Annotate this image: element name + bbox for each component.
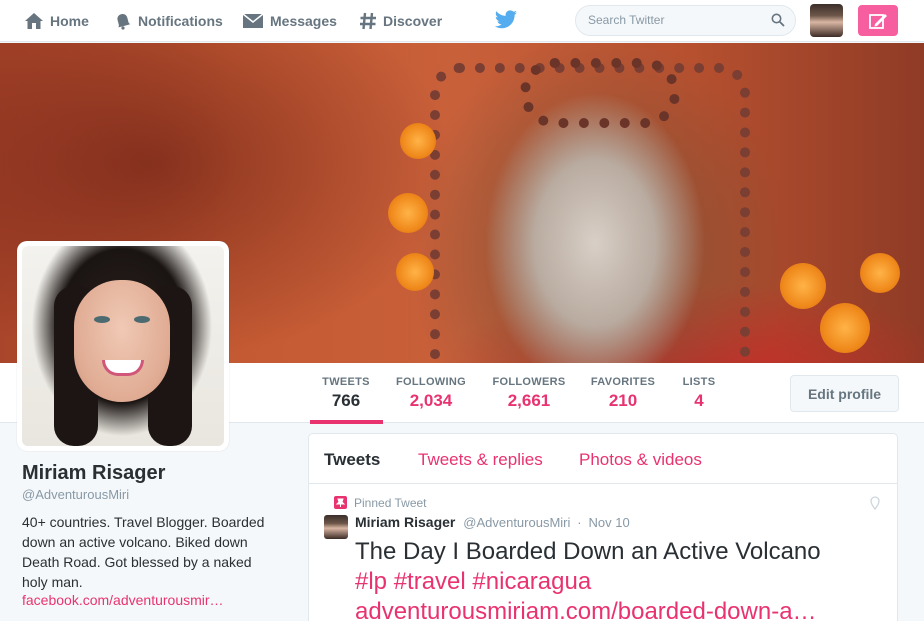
stat-tweets[interactable]: TWEETS 766 <box>321 376 371 411</box>
photo-eye <box>134 316 150 323</box>
stat-followers-value: 2,661 <box>507 391 551 410</box>
tab-tweets[interactable]: Tweets <box>324 450 380 470</box>
hashtag[interactable]: #travel <box>394 568 466 595</box>
edit-profile-button[interactable]: Edit profile <box>790 375 899 412</box>
nav-home-label: Home <box>50 13 89 29</box>
tweet-date[interactable]: Nov 10 <box>589 515 630 530</box>
banner-flower <box>780 263 826 309</box>
profile-bio: 40+ countries. Travel Blogger. Boarded d… <box>22 512 292 592</box>
banner-bead-garland <box>520 58 680 128</box>
banner-flower <box>388 193 428 233</box>
account-avatar[interactable] <box>810 4 843 37</box>
nav-messages-label: Messages <box>270 13 337 29</box>
stat-lists-label: LISTS <box>682 376 716 388</box>
banner-flower <box>396 253 434 291</box>
hashtag[interactable]: #lp <box>355 568 387 595</box>
timeline: Tweets Tweets & replies Photos & videos … <box>308 433 898 621</box>
nav-notifications-label: Notifications <box>138 13 223 29</box>
stat-tweets-label: TWEETS <box>322 376 370 388</box>
location-pin-icon <box>870 496 880 510</box>
stat-favorites[interactable]: FAVORITES 210 <box>590 376 656 411</box>
tweet-hashtags: #lp #travel #nicaragua <box>355 567 895 597</box>
compose-icon <box>869 13 887 29</box>
tweet-avatar[interactable] <box>324 515 348 539</box>
tweet-title: The Day I Boarded Down an Active Volcano <box>355 538 821 565</box>
stat-favorites-value: 210 <box>608 391 638 410</box>
home-icon <box>25 13 43 29</box>
nav-discover-label: Discover <box>383 13 443 29</box>
bio-line: 40+ countries. Travel Blogger. Boarded <box>22 514 265 530</box>
tweet-link[interactable]: adventurousmiriam.com/boarded-down-a… <box>355 597 895 621</box>
stat-tweets-value: 766 <box>331 391 361 410</box>
tweet-header: Miriam Risager @AdventurousMiri · Nov 10 <box>355 514 630 530</box>
pinned-tweet-label: Pinned Tweet <box>354 496 427 510</box>
compose-tweet-button[interactable] <box>858 5 898 36</box>
nav-home[interactable]: Home <box>24 0 89 42</box>
nav-messages[interactable]: Messages <box>242 0 337 42</box>
stat-followers-label: FOLLOWERS <box>492 376 566 388</box>
stat-following-value: 2,034 <box>409 391 453 410</box>
hashtag-icon <box>360 12 376 30</box>
twitter-bird-icon[interactable] <box>494 9 518 31</box>
tweet-author-handle[interactable]: @AdventurousMiri <box>463 515 570 530</box>
tab-photos-videos[interactable]: Photos & videos <box>579 450 702 470</box>
hashtag[interactable]: #nicaragua <box>472 568 591 595</box>
banner-flower <box>820 303 870 353</box>
bio-line: down an active volcano. Biked down <box>22 534 248 550</box>
photo-smile <box>102 360 144 376</box>
profile-website-link[interactable]: facebook.com/adventurousmir… <box>22 592 224 608</box>
active-stat-indicator <box>310 420 383 424</box>
profile-name: Miriam Risager <box>22 462 166 484</box>
stat-following-label: FOLLOWING <box>396 376 466 388</box>
tab-tweets-replies[interactable]: Tweets & replies <box>418 450 543 470</box>
stat-favorites-label: FAVORITES <box>590 376 656 388</box>
stat-lists[interactable]: LISTS 4 <box>680 376 718 411</box>
stat-following[interactable]: FOLLOWING 2,034 <box>395 376 467 411</box>
nav-discover[interactable]: Discover <box>359 0 442 42</box>
tweet-separator: · <box>577 515 582 530</box>
photo-face <box>74 280 170 402</box>
envelope-icon <box>242 13 264 28</box>
banner-flower <box>400 123 436 159</box>
tweet-author-name[interactable]: Miriam Risager <box>355 514 455 530</box>
nav-notifications[interactable]: Notifications <box>114 0 223 42</box>
profile-handle: @AdventurousMiri <box>22 487 130 502</box>
top-navigation: Home Notifications Messages Discover <box>0 0 924 42</box>
profile-photo <box>22 246 224 446</box>
timeline-tabs: Tweets Tweets & replies Photos & videos <box>309 434 897 484</box>
bio-line: holy man. <box>22 574 83 590</box>
banner-flower <box>860 253 900 293</box>
stat-followers[interactable]: FOLLOWERS 2,661 <box>492 376 566 411</box>
search-icon[interactable] <box>771 13 785 27</box>
pin-icon <box>334 496 347 509</box>
profile-avatar[interactable] <box>17 241 229 451</box>
stat-lists-value: 4 <box>694 391 704 410</box>
bio-line: Death Road. Got blessed by a naked <box>22 554 252 570</box>
bell-icon <box>117 14 131 30</box>
tweet-text: The Day I Boarded Down an Active Volcano… <box>355 537 895 621</box>
search-input[interactable] <box>588 13 768 27</box>
photo-eye <box>94 316 110 323</box>
search-box[interactable] <box>575 5 796 36</box>
